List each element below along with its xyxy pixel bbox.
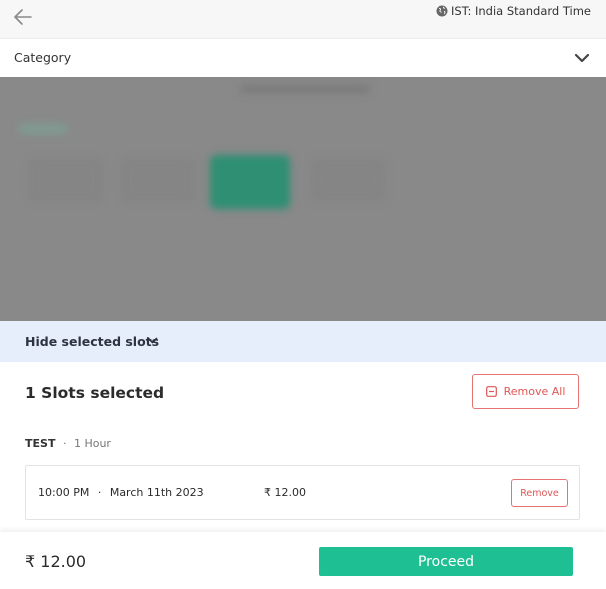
service-separator: · (62, 437, 67, 450)
hide-selected-slots-label: Hide selected slots (25, 334, 160, 349)
slot-separator: · (97, 486, 102, 499)
remove-slot-button[interactable]: Remove (511, 479, 568, 507)
globe-icon (436, 5, 448, 17)
blurred-slot-card (122, 159, 194, 201)
slot-date: March 11th 2023 (109, 486, 204, 499)
blurred-chip (18, 124, 68, 134)
remove-all-button[interactable]: Remove All (472, 374, 579, 409)
minus-square-icon (485, 386, 497, 397)
total-price: ₹ 12.00 (25, 552, 87, 571)
slot-price: ₹ 12.00 (264, 486, 306, 499)
service-duration: 1 Hour (73, 437, 111, 450)
dimmed-background-overlay (0, 77, 606, 321)
hide-selected-slots-toggle[interactable]: Hide selected slots (0, 321, 606, 362)
service-info: TEST · 1 Hour (25, 437, 111, 450)
category-dropdown[interactable]: Category (0, 39, 606, 77)
blurred-slot-card (30, 159, 102, 201)
proceed-button[interactable]: Proceed (319, 547, 573, 576)
timezone-indicator[interactable]: IST: India Standard Time (436, 4, 591, 18)
selected-slot-card: 10:00 PM · March 11th 2023 ₹ 12.00 Remov… (25, 465, 580, 520)
timezone-label: IST: India Standard Time (451, 4, 591, 18)
slot-datetime: 10:00 PM · March 11th 2023 (38, 486, 204, 499)
blurred-slot-card (312, 159, 384, 201)
category-label: Category (14, 50, 72, 65)
chevron-down-icon (147, 337, 158, 344)
chevron-down-icon (574, 53, 590, 63)
remove-all-label: Remove All (503, 385, 566, 398)
blurred-slot-card-selected (210, 155, 290, 209)
checkout-footer: ₹ 12.00 Proceed (0, 532, 606, 589)
top-bar: IST: India Standard Time (0, 0, 606, 39)
service-name: TEST (25, 437, 56, 450)
slot-time: 10:00 PM (38, 486, 90, 499)
slots-selected-count: 1 Slots selected (25, 384, 165, 402)
blurred-date-heading (240, 85, 370, 93)
back-arrow-icon[interactable] (12, 7, 34, 27)
